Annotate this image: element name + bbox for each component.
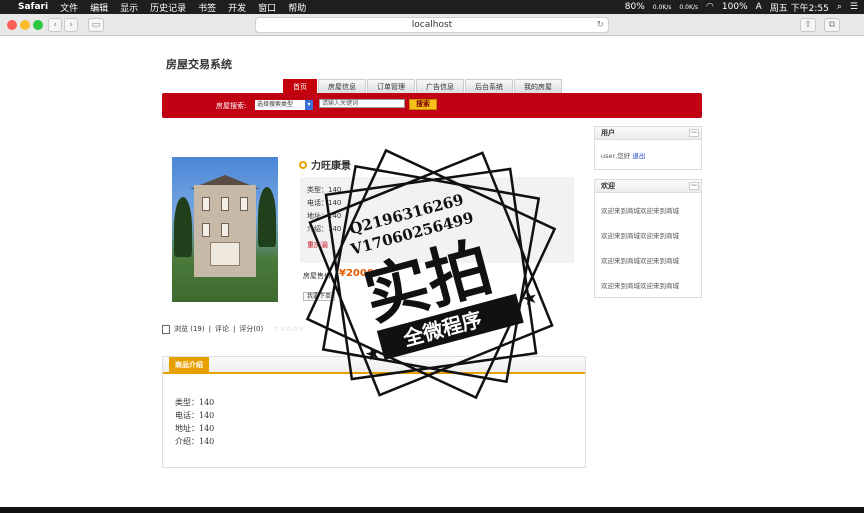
- sidebar-toggle-button[interactable]: ▭: [88, 18, 104, 32]
- menu-history[interactable]: 历史记录: [150, 1, 186, 14]
- separator: |: [208, 325, 211, 333]
- tab-house-info[interactable]: 房屋信息: [318, 79, 366, 93]
- house-photo[interactable]: [172, 157, 278, 302]
- welcome-panel-title: 欢迎: [601, 182, 615, 190]
- menu-help[interactable]: 帮助: [288, 1, 306, 14]
- site-title: 房屋交易系统: [166, 58, 232, 71]
- tabs-overview-button[interactable]: ⧉: [824, 18, 840, 32]
- menu-app-name[interactable]: Safari: [18, 2, 48, 12]
- user-panel-title: 用户: [601, 129, 615, 137]
- main-nav-tabs: 首页 房屋信息 订单管理 广告信息 后台系统 我的房屋: [283, 79, 562, 93]
- list-icon[interactable]: ☰: [850, 2, 858, 12]
- welcome-item[interactable]: 欢迎来到商城欢迎来到商城: [595, 255, 701, 265]
- tab-admin[interactable]: 后台系统: [465, 79, 513, 93]
- tab-orders[interactable]: 订单管理: [367, 79, 415, 93]
- user-greeting-text: user,您好: [601, 152, 631, 160]
- net-speed-down: 0.0K/s: [679, 3, 699, 11]
- zoom-window-button[interactable]: [33, 20, 43, 30]
- tab-ads[interactable]: 广告信息: [416, 79, 464, 93]
- welcome-item[interactable]: 欢迎来到商城欢迎来到商城: [595, 230, 701, 240]
- collapse-button[interactable]: —: [689, 129, 699, 137]
- search-type-value: 选择搜索类型: [257, 101, 294, 108]
- house-window: [221, 223, 229, 237]
- input-method-icon[interactable]: A: [756, 2, 762, 12]
- collapse-button[interactable]: —: [689, 182, 699, 190]
- user-panel: 用户 — user,您好 退出: [594, 126, 702, 170]
- views-count[interactable]: 浏览 (19): [174, 324, 205, 334]
- menu-window[interactable]: 窗口: [258, 1, 276, 14]
- search-icon[interactable]: ⌕: [837, 2, 842, 12]
- tree-shape: [258, 187, 276, 247]
- search-label: 房屋搜索:: [216, 102, 247, 110]
- macos-dock: [0, 507, 864, 513]
- logout-link[interactable]: 退出: [632, 152, 645, 160]
- house-window: [202, 197, 210, 211]
- url-text: localhost: [411, 20, 453, 30]
- product-stats: 浏览 (19) | 评论 | 评分(0) ☆☆☆☆☆: [162, 324, 305, 334]
- detail-intro: 介绍：140: [175, 437, 215, 446]
- detail-address: 地址：140: [175, 424, 215, 433]
- browser-toolbar: ‹ › ▭ localhost ↻ ⇧ ⧉: [0, 14, 864, 36]
- tab-my-house[interactable]: 我的房屋: [514, 79, 562, 93]
- menu-view[interactable]: 显示: [120, 1, 138, 14]
- detail-type: 类型：140: [175, 398, 215, 407]
- search-input[interactable]: 请输入关键词: [319, 99, 405, 108]
- tree-shape: [174, 197, 192, 257]
- back-button[interactable]: ‹: [48, 18, 62, 32]
- menu-file[interactable]: 文件: [60, 1, 78, 14]
- document-icon: [162, 324, 170, 334]
- welcome-panel-header: 欢迎 —: [595, 180, 701, 193]
- comments-link[interactable]: 评论: [215, 324, 229, 334]
- welcome-item[interactable]: 欢迎来到商城欢迎来到商城: [595, 280, 701, 290]
- user-panel-header: 用户 —: [595, 127, 701, 140]
- separator: |: [232, 325, 236, 333]
- rating-count[interactable]: 评分(0): [239, 324, 263, 334]
- house-window: [202, 223, 210, 237]
- detail-phone: 电话：140: [175, 411, 215, 420]
- welcome-panel: 欢迎 — 欢迎来到商城欢迎来到商城 欢迎来到商城欢迎来到商城 欢迎来到商城欢迎来…: [594, 179, 702, 298]
- clock[interactable]: 周五 下午2:55: [770, 1, 829, 14]
- menu-edit[interactable]: 编辑: [90, 1, 108, 14]
- chevron-down-icon: ▾: [305, 100, 313, 110]
- share-button[interactable]: ⇧: [800, 18, 816, 32]
- macos-menubar: Safari 文件 编辑 显示 历史记录 书签 开发 窗口 帮助 80% 0.0…: [0, 0, 864, 14]
- search-type-select[interactable]: 选择搜索类型 ▾: [255, 100, 313, 110]
- search-button[interactable]: 搜索: [409, 99, 437, 110]
- battery-full[interactable]: 100%: [722, 2, 748, 12]
- tab-home[interactable]: 首页: [283, 79, 317, 93]
- welcome-item[interactable]: 欢迎来到商城欢迎来到商城: [595, 205, 701, 215]
- menu-develop[interactable]: 开发: [228, 1, 246, 14]
- forward-button[interactable]: ›: [64, 18, 78, 32]
- house-garage: [210, 242, 240, 266]
- menu-bookmarks[interactable]: 书签: [198, 1, 216, 14]
- close-window-button[interactable]: [7, 20, 17, 30]
- wifi-icon[interactable]: ◠: [706, 2, 714, 12]
- tab-product-intro[interactable]: 商品介绍: [169, 357, 209, 374]
- house-window: [221, 197, 229, 211]
- net-speed-up: 0.0K/s: [652, 3, 672, 11]
- house-window: [240, 197, 248, 211]
- watermark-stamp: Q2196316269 V17060256499 实拍 全微程序 ★ ★: [305, 148, 557, 400]
- address-bar[interactable]: localhost ↻: [255, 17, 609, 33]
- reload-icon[interactable]: ↻: [596, 18, 604, 32]
- battery-percent[interactable]: 80%: [625, 2, 645, 12]
- user-greeting: user,您好 退出: [595, 150, 701, 160]
- minimize-window-button[interactable]: [20, 20, 30, 30]
- search-bar: 房屋搜索: 选择搜索类型 ▾ 请输入关键词 搜索: [162, 93, 702, 118]
